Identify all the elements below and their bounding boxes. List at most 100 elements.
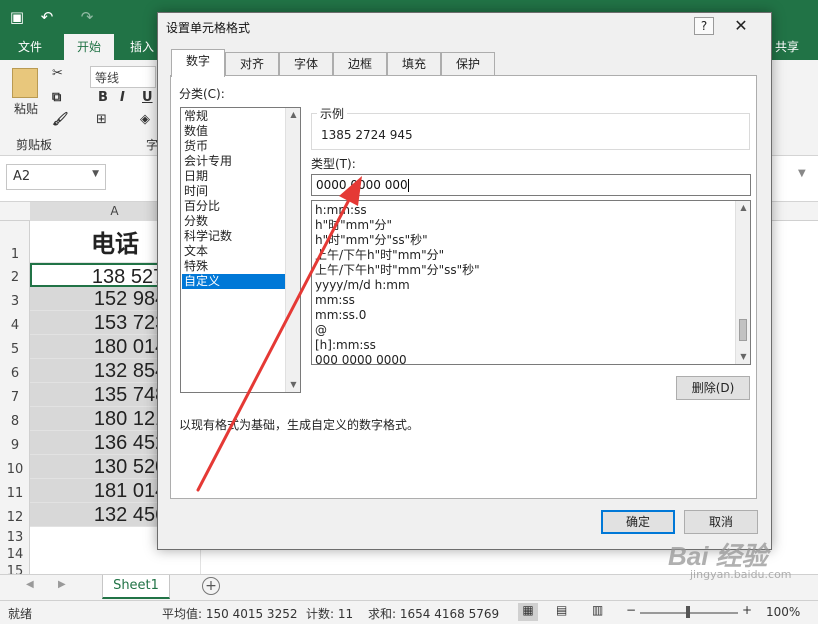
- type-label: 类型(T):: [311, 157, 356, 171]
- zoom-out-icon[interactable]: −: [626, 603, 636, 617]
- tab-alignment[interactable]: 对齐: [225, 52, 279, 76]
- row-header[interactable]: 10: [0, 462, 30, 477]
- row-header[interactable]: 14: [0, 547, 30, 562]
- bold-button[interactable]: B: [98, 90, 108, 105]
- row-header[interactable]: 1: [0, 247, 30, 262]
- format-item[interactable]: mm:ss: [315, 293, 355, 308]
- undo-icon[interactable]: ↶: [36, 6, 58, 28]
- format-item[interactable]: h"时"mm"分": [315, 218, 392, 233]
- tab-fill[interactable]: 填充: [387, 52, 441, 76]
- add-sheet-icon[interactable]: +: [202, 577, 220, 595]
- format-item[interactable]: mm:ss.0: [315, 308, 366, 323]
- tab-file[interactable]: 文件: [6, 34, 54, 60]
- tab-protection[interactable]: 保护: [441, 52, 495, 76]
- delete-button[interactable]: 删除(D): [676, 376, 750, 400]
- scroll-down-icon[interactable]: ▼: [736, 350, 750, 364]
- italic-button[interactable]: I: [120, 90, 125, 105]
- paste-label[interactable]: 粘贴: [14, 100, 38, 117]
- help-button[interactable]: ?: [694, 17, 714, 35]
- close-icon[interactable]: ✕: [730, 16, 752, 36]
- watermark-url: jingyan.baidu.com: [690, 568, 792, 581]
- type-input[interactable]: 0000 0000 000: [311, 174, 751, 196]
- clipboard-group-label: 剪贴板: [16, 138, 53, 152]
- sheet-tab[interactable]: Sheet1: [102, 575, 170, 599]
- redo-icon[interactable]: ↷: [76, 6, 98, 28]
- tab-font[interactable]: 字体: [279, 52, 333, 76]
- format-item[interactable]: h:mm:ss: [315, 203, 367, 218]
- font-name-select[interactable]: 等线: [90, 66, 156, 88]
- paste-icon[interactable]: [12, 68, 38, 98]
- share-button[interactable]: 共享: [770, 34, 804, 60]
- zoom-in-icon[interactable]: +: [742, 603, 752, 617]
- format-painter-icon[interactable]: 🖌: [52, 112, 69, 127]
- fill-color-icon[interactable]: ◈: [140, 112, 150, 127]
- scroll-right-icon[interactable]: ▶: [58, 579, 66, 590]
- copy-icon[interactable]: ⧉: [52, 90, 61, 105]
- row-header[interactable]: 8: [0, 414, 30, 429]
- row-header[interactable]: 9: [0, 438, 30, 453]
- category-item[interactable]: 货币: [182, 139, 285, 154]
- status-sum: 求和: 1654 4168 5769: [368, 607, 500, 621]
- chevron-down-icon[interactable]: ▼: [92, 169, 99, 179]
- normal-view-icon[interactable]: ▦: [518, 603, 538, 621]
- scroll-left-icon[interactable]: ◀: [26, 579, 34, 590]
- row-header[interactable]: 7: [0, 390, 30, 405]
- category-item[interactable]: 会计专用: [182, 154, 285, 169]
- format-item[interactable]: h"时"mm"分"ss"秒": [315, 233, 428, 248]
- scroll-down-icon[interactable]: ▼: [286, 378, 301, 392]
- row-header[interactable]: 2: [0, 270, 30, 285]
- category-item[interactable]: 文本: [182, 244, 285, 259]
- ok-button[interactable]: 确定: [601, 510, 675, 534]
- name-box[interactable]: A2 ▼: [6, 164, 106, 190]
- row-header[interactable]: 5: [0, 342, 30, 357]
- page-break-icon[interactable]: ▥: [592, 603, 603, 617]
- format-item[interactable]: 000 0000 0000: [315, 353, 407, 364]
- zoom-slider-thumb[interactable]: [686, 606, 690, 618]
- zoom-level[interactable]: 100%: [766, 605, 800, 619]
- format-item[interactable]: [h]:mm:ss: [315, 338, 376, 353]
- scroll-thumb[interactable]: [739, 319, 747, 341]
- category-item[interactable]: 分数: [182, 214, 285, 229]
- category-scrollbar[interactable]: ▲ ▼: [285, 108, 300, 392]
- tab-home[interactable]: 开始: [64, 34, 114, 60]
- tab-number[interactable]: 数字: [171, 49, 225, 77]
- category-item[interactable]: 常规: [182, 109, 285, 124]
- tab-insert[interactable]: 插入: [122, 34, 162, 60]
- format-code-list[interactable]: h:mm:ss h"时"mm"分" h"时"mm"分"ss"秒" 上午/下午h"…: [311, 200, 751, 365]
- row-header[interactable]: 11: [0, 486, 30, 501]
- format-list-scrollbar[interactable]: ▲ ▼: [735, 201, 750, 364]
- text-cursor: [407, 179, 409, 192]
- cancel-button[interactable]: 取消: [684, 510, 758, 534]
- cut-icon[interactable]: ✂: [52, 66, 63, 81]
- format-item[interactable]: yyyy/m/d h:mm: [315, 278, 410, 293]
- expand-formula-icon[interactable]: ▼: [798, 168, 806, 179]
- category-list[interactable]: 常规 数值 货币 会计专用 日期 时间 百分比 分数 科学记数 文本 特殊 自定…: [180, 107, 301, 393]
- category-item[interactable]: 特殊: [182, 259, 285, 274]
- row-header[interactable]: 6: [0, 366, 30, 381]
- scroll-up-icon[interactable]: ▲: [286, 108, 301, 122]
- underline-button[interactable]: U: [142, 90, 153, 105]
- row-header[interactable]: 3: [0, 294, 30, 309]
- tab-border[interactable]: 边框: [333, 52, 387, 76]
- row-header[interactable]: 13: [0, 530, 30, 545]
- format-item[interactable]: 上午/下午h"时"mm"分": [315, 248, 444, 263]
- row-header[interactable]: 12: [0, 510, 30, 525]
- category-label: 分类(C):: [179, 87, 225, 101]
- category-item[interactable]: 科学记数: [182, 229, 285, 244]
- page-layout-icon[interactable]: ▤: [556, 603, 567, 617]
- format-item[interactable]: 上午/下午h"时"mm"分"ss"秒": [315, 263, 480, 278]
- status-ready: 就绪: [8, 607, 33, 621]
- sample-value: 1385 2724 945: [321, 128, 413, 142]
- category-item[interactable]: 百分比: [182, 199, 285, 214]
- save-icon[interactable]: ▣: [6, 6, 28, 28]
- category-item[interactable]: 时间: [182, 184, 285, 199]
- status-count: 计数: 11: [306, 607, 354, 621]
- scroll-up-icon[interactable]: ▲: [736, 201, 750, 215]
- category-item[interactable]: 数值: [182, 124, 285, 139]
- hint-text: 以现有格式为基础，生成自定义的数字格式。: [179, 418, 420, 432]
- border-icon[interactable]: ⊞: [96, 112, 107, 127]
- row-header[interactable]: 4: [0, 318, 30, 333]
- format-item[interactable]: @: [315, 323, 327, 338]
- category-item-custom[interactable]: 自定义: [182, 274, 285, 289]
- category-item[interactable]: 日期: [182, 169, 285, 184]
